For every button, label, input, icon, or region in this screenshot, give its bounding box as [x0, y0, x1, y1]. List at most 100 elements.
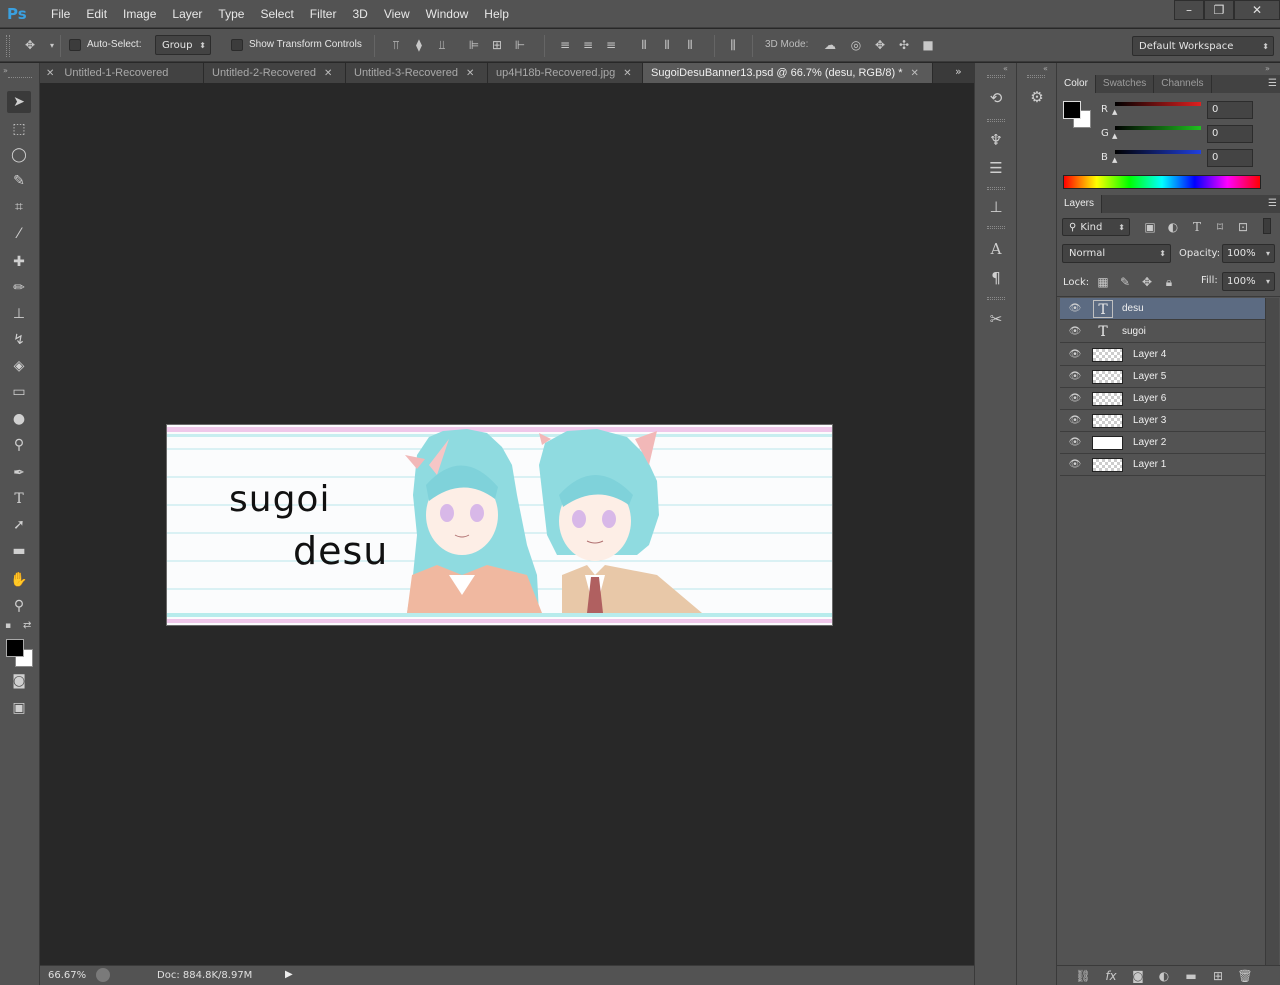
tab-untitled-1[interactable]: ✕ Untitled-1-Recovered	[40, 63, 204, 83]
layer-name[interactable]: Layer 1	[1133, 459, 1166, 470]
slider-thumb-icon[interactable]: ▲	[1112, 108, 1117, 116]
brush-presets-icon[interactable]: ♆	[986, 130, 1006, 150]
auto-select-checkbox[interactable]	[69, 39, 81, 51]
tab-untitled-2[interactable]: Untitled-2-Recovered ✕	[204, 63, 346, 83]
visibility-eye-icon[interactable]: 👁︎	[1060, 303, 1090, 314]
filter-pixel-icon[interactable]: ▣	[1142, 220, 1158, 234]
pen-tool-icon[interactable]: ✒	[7, 462, 31, 484]
move-tool-preset-icon[interactable]: ✥	[22, 38, 38, 52]
status-menu-arrow-icon[interactable]: ▶	[285, 969, 293, 980]
layer-row-layer-5[interactable]: 👁︎ Layer 5	[1060, 366, 1265, 388]
color-spectrum-ramp[interactable]	[1063, 175, 1261, 189]
eyedropper-tool-icon[interactable]: ⁄	[7, 223, 31, 245]
filter-adjustment-icon[interactable]: ◐	[1165, 220, 1181, 234]
close-tab-icon[interactable]: ✕	[466, 68, 474, 79]
quick-select-tool-icon[interactable]: ✎	[7, 170, 31, 192]
menu-image[interactable]: Image	[123, 7, 156, 21]
align-bottom-icon[interactable]: ⫫	[434, 38, 450, 52]
libraries-panel-icon[interactable]: ⚙	[1027, 87, 1047, 107]
distribute-bottom-icon[interactable]: ≡	[603, 38, 619, 52]
document-canvas[interactable]: sugoi desu	[166, 424, 833, 626]
history-panel-icon[interactable]: ⟲	[986, 88, 1006, 108]
color-fg-swatch[interactable]	[1063, 101, 1081, 119]
clone-source-icon[interactable]: ⊥	[986, 197, 1006, 217]
close-tab-icon[interactable]: ✕	[910, 68, 918, 79]
slider-thumb-icon[interactable]: ▲	[1112, 156, 1117, 164]
menu-type[interactable]: Type	[218, 7, 244, 21]
slider-thumb-icon[interactable]: ▲	[1112, 132, 1117, 140]
auto-select-dropdown[interactable]: Group ⬍	[155, 35, 211, 55]
fill-input[interactable]: 100% ▾	[1222, 272, 1275, 291]
layer-row-layer-4[interactable]: 👁︎ Layer 4	[1060, 344, 1265, 366]
tab-color[interactable]: Color	[1057, 75, 1096, 93]
minimize-button[interactable]: –	[1174, 0, 1204, 20]
tab-untitled-3[interactable]: Untitled-3-Recovered ✕	[346, 63, 488, 83]
distribute-hcenter-icon[interactable]: ⫴	[659, 38, 675, 52]
menu-edit[interactable]: Edit	[86, 7, 107, 21]
menu-view[interactable]: View	[384, 7, 410, 21]
expand-panels-icon[interactable]: «	[1043, 64, 1048, 73]
close-button[interactable]: ✕	[1234, 0, 1280, 20]
restore-button[interactable]: ❐	[1204, 0, 1234, 20]
menu-file[interactable]: File	[51, 7, 70, 21]
crop-tool-icon[interactable]: ⌗	[7, 196, 31, 218]
delete-layer-icon[interactable]: 🗑︎	[1237, 969, 1253, 983]
green-value[interactable]: 0	[1207, 125, 1253, 143]
layer-name[interactable]: Layer 2	[1133, 437, 1166, 448]
path-select-tool-icon[interactable]: ➚	[7, 514, 31, 536]
visibility-eye-icon[interactable]: 👁︎	[1060, 437, 1090, 448]
distribute-top-icon[interactable]: ≡	[557, 38, 573, 52]
filter-type-icon[interactable]: T	[1189, 220, 1205, 234]
add-mask-icon[interactable]: ◙	[1130, 969, 1146, 983]
layer-row-desu[interactable]: 👁︎ T desu	[1060, 298, 1265, 320]
align-hcenter-icon[interactable]: ⊞	[489, 38, 505, 52]
layer-name[interactable]: desu	[1122, 303, 1144, 314]
layer-name[interactable]: Layer 3	[1133, 415, 1166, 426]
eraser-tool-icon[interactable]: ◈	[7, 355, 31, 377]
panel-menu-icon[interactable]: ☰	[1102, 195, 1280, 213]
3d-slide-icon[interactable]: ✣	[896, 38, 912, 52]
layer-row-layer-3[interactable]: 👁︎ Layer 3	[1060, 410, 1265, 432]
blue-slider[interactable]	[1115, 150, 1201, 154]
menu-filter[interactable]: Filter	[310, 7, 337, 21]
new-layer-icon[interactable]: ⊞	[1210, 969, 1226, 983]
tabs-overflow-icon[interactable]: »	[955, 65, 962, 78]
move-tool-icon[interactable]: ➤	[7, 91, 31, 113]
screen-mode-icon[interactable]: ▣	[7, 697, 31, 719]
align-top-icon[interactable]: ⫪	[388, 38, 404, 52]
layer-style-icon[interactable]: fx	[1103, 969, 1119, 983]
opacity-input[interactable]: 100% ▾	[1222, 244, 1275, 263]
filter-smart-object-icon[interactable]: ⊡	[1235, 220, 1251, 234]
layer-name[interactable]: Layer 5	[1133, 371, 1166, 382]
visibility-eye-icon[interactable]: 👁︎	[1060, 415, 1090, 426]
tab-channels[interactable]: Channels	[1154, 75, 1212, 93]
menu-window[interactable]: Window	[426, 7, 469, 21]
distribute-left-icon[interactable]: ⫴	[636, 38, 652, 52]
lock-all-icon[interactable]: 🔒︎	[1161, 275, 1177, 289]
align-vcenter-icon[interactable]: ⧫	[411, 38, 427, 52]
tab-layers[interactable]: Layers	[1057, 195, 1103, 213]
lock-image-icon[interactable]: ✎	[1117, 275, 1133, 289]
blur-tool-icon[interactable]: ●	[7, 408, 31, 430]
history-brush-tool-icon[interactable]: ↯	[7, 329, 31, 351]
filter-toggle-switch[interactable]	[1263, 218, 1271, 234]
visibility-eye-icon[interactable]: 👁︎	[1060, 349, 1090, 360]
lock-transparent-icon[interactable]: ▦	[1095, 275, 1111, 289]
close-tab-icon[interactable]: ✕	[46, 68, 54, 79]
quick-mask-icon[interactable]: ◙	[7, 670, 31, 692]
type-tool-icon[interactable]: T	[7, 488, 31, 510]
align-left-icon[interactable]: ⊫	[466, 38, 482, 52]
panel-menu-icon[interactable]: ☰	[1212, 75, 1280, 93]
menu-select[interactable]: Select	[260, 7, 293, 21]
close-tab-icon[interactable]: ✕	[623, 68, 631, 79]
menu-help[interactable]: Help	[484, 7, 509, 21]
default-colors-icon[interactable]: ▪	[5, 621, 11, 631]
new-group-icon[interactable]: ▬	[1183, 969, 1199, 983]
show-transform-checkbox[interactable]	[231, 39, 243, 51]
green-slider[interactable]	[1115, 126, 1201, 130]
lock-position-icon[interactable]: ✥	[1139, 275, 1155, 289]
brush-tool-icon[interactable]: ✏	[7, 277, 31, 299]
link-layers-icon[interactable]: ⛓	[1075, 969, 1091, 983]
tool-presets-icon[interactable]: ✂	[986, 309, 1006, 329]
tab-sugoidesubanner13[interactable]: SugoiDesuBanner13.psd @ 66.7% (desu, RGB…	[643, 63, 933, 83]
